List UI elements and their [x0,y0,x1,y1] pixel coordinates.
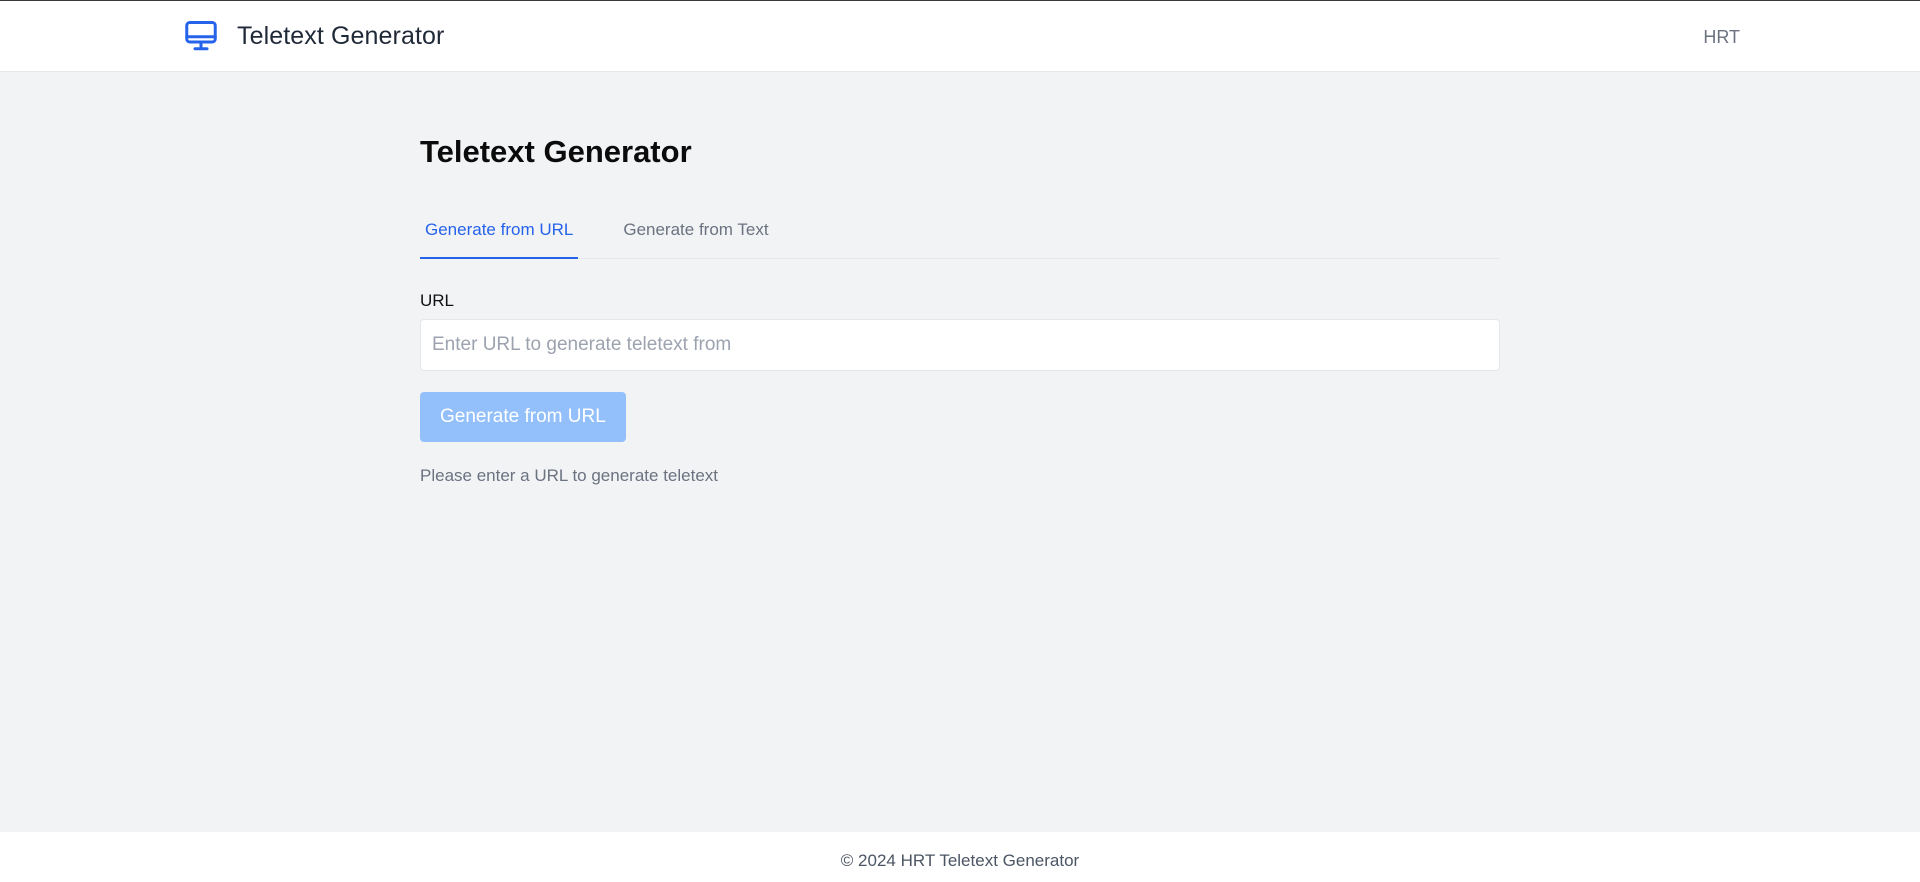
nav-link-hrt[interactable]: HRT [1703,27,1740,48]
brand-link[interactable]: Teletext Generator [183,18,444,54]
status-hint: Please enter a URL to generate teletext [420,466,718,485]
page-title: Teletext Generator [420,134,692,169]
footer-copyright: © 2024 HRT Teletext Generator [840,851,1080,870]
brand-title: Teletext Generator [237,21,445,50]
tab-generate-from-text[interactable]: Generate from Text [618,205,773,259]
page: Teletext Generator HRT Teletext Generato… [0,0,1920,882]
generate-from-url-button[interactable]: Generate from URL [420,392,626,442]
url-label: URL [420,291,455,310]
tab-bar: Generate from URL Generate from Text [420,205,1500,259]
url-input[interactable] [420,319,1500,371]
top-navbar: Teletext Generator HRT [0,0,1920,72]
main-content: Teletext Generator Generate from URL Gen… [420,72,1500,486]
tab-generate-from-url[interactable]: Generate from URL [420,205,579,259]
footer: © 2024 HRT Teletext Generator [0,832,1920,882]
monitor-icon [183,18,219,54]
